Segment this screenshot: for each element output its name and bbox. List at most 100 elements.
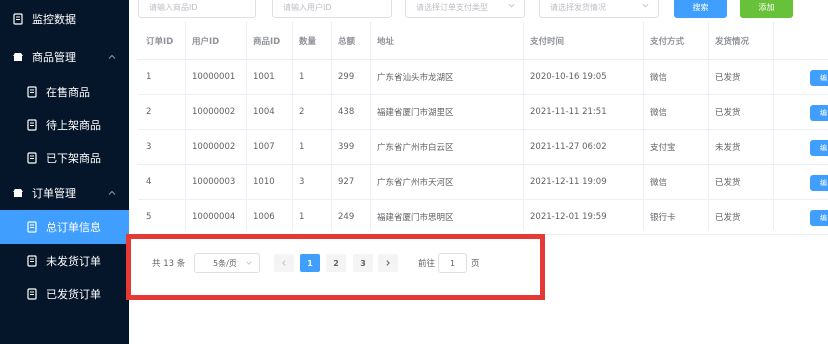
document-icon: [26, 119, 38, 131]
cell-pay-method: 微信: [650, 178, 668, 188]
sidebar-item-label: 在售商品: [46, 86, 90, 99]
chevron-up-icon: [107, 52, 117, 62]
sidebar-item-unshipped-orders[interactable]: 未发货订单: [0, 244, 129, 278]
cell-quantity: 3: [299, 177, 305, 187]
column-header-product-id: 商品ID: [253, 36, 281, 47]
sidebar-item-shipped-orders[interactable]: 已发货订单: [0, 277, 129, 311]
add-button[interactable]: 添加: [740, 0, 793, 18]
table-row: 1 10000001 1001 1 299 广东省汕头市龙湖区 2020-10-…: [138, 60, 828, 95]
sidebar: 监控数据 商品管理 在售商品 待上架商品 已下架商品 订单管理 总订单信息 未发…: [0, 0, 129, 344]
cell-pay-method: 支付宝: [650, 143, 676, 153]
cell-total: 927: [338, 177, 355, 187]
document-icon: [26, 152, 38, 164]
chevron-up-icon: [107, 188, 117, 198]
cell-total: 399: [338, 142, 355, 152]
page-button-2[interactable]: 2: [326, 254, 346, 272]
cell-address: 福建省厦门市思明区: [377, 213, 454, 223]
chevron-down-icon: [245, 259, 253, 267]
cell-address: 福建省厦门市湖里区: [377, 108, 454, 118]
document-icon: [26, 288, 38, 300]
cell-pay-time: 2021-11-27 06:02: [530, 142, 607, 152]
cell-quantity: 1: [299, 142, 305, 152]
cell-user-id: 10000002: [192, 142, 236, 152]
page-button-3[interactable]: 3: [353, 254, 373, 272]
cell-product-id: 1001: [253, 72, 275, 82]
edit-button[interactable]: 编: [810, 140, 828, 156]
cell-product-id: 1010: [253, 177, 275, 187]
cell-product-id: 1007: [253, 142, 275, 152]
product-id-input[interactable]: 请输入商品ID: [138, 0, 256, 18]
table-header-row: 订单ID 用户ID 商品ID 数量 总额 地址 支付时间 支付方式 发货情况: [138, 22, 828, 60]
ship-status-select[interactable]: 请选择发货情况: [539, 0, 659, 18]
cell-order-id: 2: [146, 107, 152, 117]
ship-status-placeholder: 请选择发货情况: [550, 3, 606, 12]
cell-quantity: 2: [299, 107, 305, 117]
edit-button[interactable]: 编: [810, 105, 828, 121]
sidebar-item-label: 总订单信息: [46, 221, 101, 234]
cell-ship-status: 已发货: [715, 73, 741, 83]
document-icon: [12, 13, 24, 25]
cell-product-id: 1006: [253, 212, 275, 222]
document-icon: [26, 221, 38, 233]
page-button-1[interactable]: 1: [300, 254, 320, 272]
cell-pay-method: 银行卡: [650, 213, 676, 223]
cell-quantity: 1: [299, 72, 305, 82]
chevron-down-icon: [641, 1, 650, 10]
table-row: 5 10000004 1006 1 249 福建省厦门市思明区 2021-12-…: [138, 200, 828, 235]
sidebar-item-delisted[interactable]: 已下架商品: [0, 141, 129, 175]
cell-pay-method: 微信: [650, 108, 668, 118]
sidebar-item-all-orders[interactable]: 总订单信息: [0, 210, 129, 244]
goto-page-input[interactable]: 1: [438, 253, 467, 273]
edit-button[interactable]: 编: [810, 210, 828, 226]
chevron-down-icon: [507, 1, 516, 10]
column-header-pay-time: 支付时间: [530, 36, 565, 47]
sidebar-item-goods-management[interactable]: 商品管理: [0, 40, 129, 74]
user-id-input[interactable]: 请输入用户ID: [272, 0, 392, 18]
cell-order-id: 1: [146, 72, 152, 82]
prev-page-button[interactable]: [274, 254, 294, 272]
sidebar-item-on-sale[interactable]: 在售商品: [0, 75, 129, 109]
cell-ship-status: 已发货: [715, 213, 741, 223]
column-header-total: 总额: [338, 36, 356, 47]
sidebar-item-monitor[interactable]: 监控数据: [0, 2, 129, 36]
sidebar-item-label: 监控数据: [32, 13, 76, 26]
cell-total: 438: [338, 107, 355, 117]
cell-ship-status: 已发货: [715, 178, 741, 188]
page-size-select[interactable]: 5条/页: [194, 253, 260, 273]
cell-pay-time: 2021-11-11 21:51: [530, 107, 607, 117]
shop-icon: [12, 187, 24, 199]
sidebar-item-label: 订单管理: [32, 187, 76, 200]
table-row: 3 10000002 1007 1 399 广东省广州市白云区 2021-11-…: [138, 130, 828, 165]
column-header-ship-status: 发货情况: [715, 36, 750, 47]
cell-user-id: 10000003: [192, 177, 236, 187]
cell-total: 249: [338, 212, 355, 222]
column-header-pay-method: 支付方式: [650, 36, 685, 47]
table-row: 4 10000003 1010 3 927 广东省广州市天河区 2021-12-…: [138, 165, 828, 200]
edit-button[interactable]: 编: [810, 175, 828, 191]
goto-unit-label: 页: [471, 259, 480, 269]
cell-product-id: 1004: [253, 107, 275, 117]
cell-address: 广东省广州市白云区: [377, 143, 454, 153]
table-row: 2 10000002 1004 2 438 福建省厦门市湖里区 2021-11-…: [138, 95, 828, 130]
pay-type-select[interactable]: 请选择订单支付类型: [405, 0, 525, 18]
cell-address: 广东省广州市天河区: [377, 178, 454, 188]
next-page-button[interactable]: [378, 254, 398, 272]
cell-order-id: 3: [146, 142, 152, 152]
sidebar-item-label: 已下架商品: [46, 152, 101, 165]
edit-button[interactable]: 编: [810, 70, 828, 86]
orders-table: 订单ID 用户ID 商品ID 数量 总额 地址 支付时间 支付方式 发货情况 1…: [138, 22, 828, 235]
sidebar-item-order-management[interactable]: 订单管理: [0, 176, 129, 210]
column-header-order-id: 订单ID: [146, 36, 174, 47]
cell-ship-status: 已发货: [715, 108, 741, 118]
cell-order-id: 4: [146, 177, 152, 187]
sidebar-item-pending-listing[interactable]: 待上架商品: [0, 108, 129, 142]
cell-user-id: 10000001: [192, 72, 236, 82]
column-header-user-id: 用户ID: [192, 36, 220, 47]
search-button[interactable]: 搜索: [674, 0, 727, 18]
cell-address: 广东省汕头市龙湖区: [377, 73, 454, 83]
cell-quantity: 1: [299, 212, 305, 222]
cell-pay-time: 2021-12-01 19:59: [530, 212, 607, 222]
document-icon: [26, 86, 38, 98]
cell-ship-status: 未发货: [715, 143, 741, 153]
shop-icon: [12, 51, 24, 63]
